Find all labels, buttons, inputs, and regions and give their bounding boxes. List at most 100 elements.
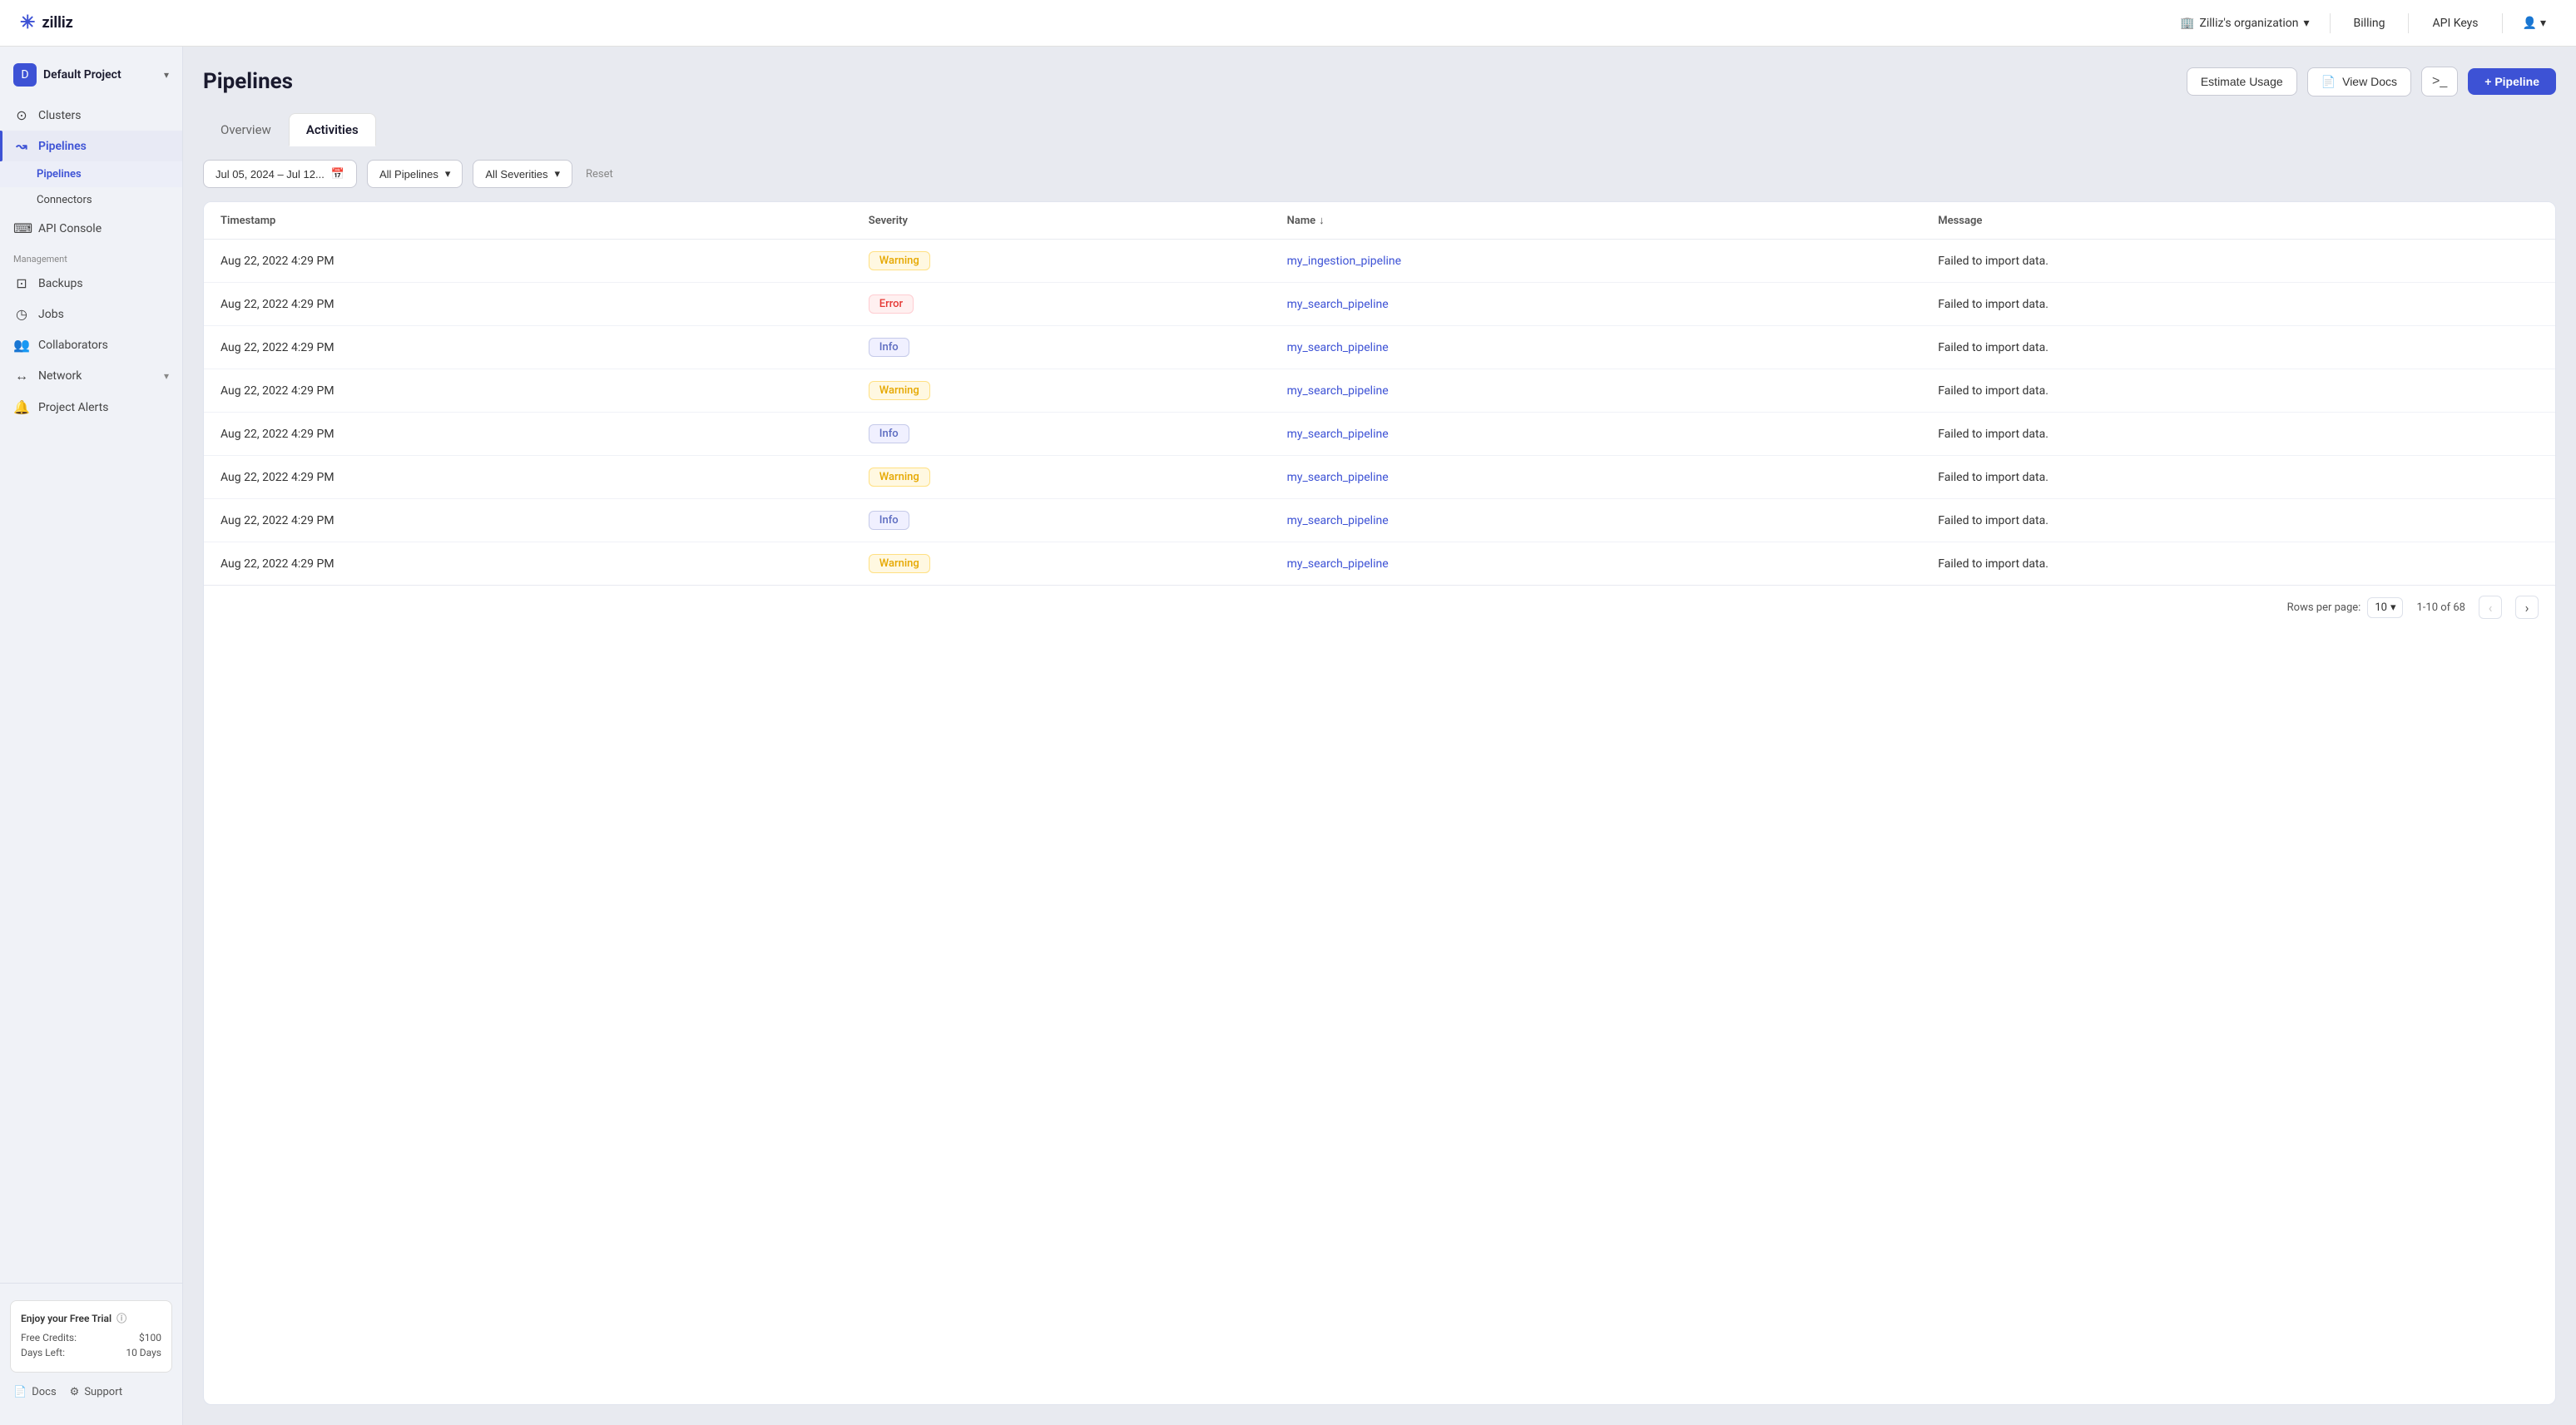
content-area: Pipelines Estimate Usage 📄 View Docs >_ … <box>183 47 2576 1425</box>
cell-name[interactable]: my_search_pipeline <box>1271 499 1922 542</box>
sidebar-sub-connectors[interactable]: Connectors <box>0 187 182 213</box>
cell-name[interactable]: my_search_pipeline <box>1271 542 1922 586</box>
pipeline-link[interactable]: my_search_pipeline <box>1287 471 1389 484</box>
cell-name[interactable]: my_ingestion_pipeline <box>1271 240 1922 283</box>
info-icon: ⓘ <box>116 1311 126 1325</box>
table-body: Aug 22, 2022 4:29 PM Warning my_ingestio… <box>204 240 2555 586</box>
reset-button[interactable]: Reset <box>582 161 617 187</box>
cell-name[interactable]: my_search_pipeline <box>1271 283 1922 326</box>
jobs-icon: ◷ <box>13 306 30 322</box>
severities-filter[interactable]: All Severities ▾ <box>473 160 572 188</box>
support-link[interactable]: ⚙ Support <box>70 1386 123 1398</box>
sidebar-item-clusters[interactable]: ⊙ Clusters <box>0 100 182 131</box>
sidebar-item-label: Collaborators <box>38 339 108 352</box>
logo: ✳ zilliz <box>20 12 73 33</box>
severity-badge: Warning <box>869 468 930 487</box>
free-credits-label: Free Credits: <box>21 1332 77 1343</box>
sidebar-item-jobs[interactable]: ◷ Jobs <box>0 299 182 329</box>
terminal-button[interactable]: >_ <box>2421 67 2458 96</box>
pipeline-link[interactable]: my_search_pipeline <box>1287 384 1389 398</box>
rows-per-page-value: 10 <box>2375 601 2387 614</box>
severity-badge: Info <box>869 424 909 443</box>
sort-icon: ↓ <box>1319 214 1325 227</box>
billing-link[interactable]: Billing <box>2341 12 2399 35</box>
docs-link[interactable]: 📄 Docs <box>13 1386 57 1398</box>
date-range-value: Jul 05, 2024 – Jul 12... <box>215 168 324 181</box>
pipeline-link[interactable]: my_search_pipeline <box>1287 428 1389 441</box>
cell-timestamp: Aug 22, 2022 4:29 PM <box>204 499 852 542</box>
docs-icon: 📄 <box>13 1386 27 1398</box>
top-nav: ✳ zilliz 🏢 Zilliz's organization ▾ Billi… <box>0 0 2576 47</box>
api-console-icon: ⌨ <box>13 220 30 236</box>
clusters-icon: ⊙ <box>13 107 30 123</box>
sidebar-item-network[interactable]: ↔ Network ▾ <box>0 360 182 392</box>
cell-name[interactable]: my_search_pipeline <box>1271 413 1922 456</box>
api-keys-link[interactable]: API Keys <box>2419 12 2491 35</box>
cell-name[interactable]: my_search_pipeline <box>1271 369 1922 413</box>
sidebar-item-api-console[interactable]: ⌨ API Console <box>0 213 182 244</box>
col-timestamp: Timestamp <box>204 202 852 240</box>
rows-chevron-icon: ▾ <box>2390 601 2396 614</box>
user-icon: 👤 <box>2523 17 2537 30</box>
sidebar-item-collaborators[interactable]: 👥 Collaborators <box>0 329 182 360</box>
support-icon: ⚙ <box>70 1386 80 1398</box>
nav-divider <box>2330 13 2331 33</box>
cell-timestamp: Aug 22, 2022 4:29 PM <box>204 413 852 456</box>
col-name[interactable]: Name ↓ <box>1271 202 1922 240</box>
table-row: Aug 22, 2022 4:29 PM Warning my_search_p… <box>204 369 2555 413</box>
cell-timestamp: Aug 22, 2022 4:29 PM <box>204 369 852 413</box>
page-title: Pipelines <box>203 69 293 94</box>
estimate-usage-label: Estimate Usage <box>2201 75 2283 88</box>
pipeline-link[interactable]: my_ingestion_pipeline <box>1287 255 1401 268</box>
nav-divider-3 <box>2502 13 2503 33</box>
estimate-usage-button[interactable]: Estimate Usage <box>2187 67 2297 96</box>
pipelines-filter[interactable]: All Pipelines ▾ <box>367 160 463 188</box>
cell-name[interactable]: my_search_pipeline <box>1271 326 1922 369</box>
rows-per-page: Rows per page: 10 ▾ <box>2287 597 2404 618</box>
tab-overview[interactable]: Overview <box>203 113 289 146</box>
cell-message: Failed to import data. <box>1921 326 2555 369</box>
main-layout: D Default Project ▾ ⊙ Clusters ↝ Pipelin… <box>0 47 2576 1425</box>
activities-table-container: Timestamp Severity Name ↓ <box>203 201 2556 1405</box>
page-header-actions: Estimate Usage 📄 View Docs >_ + Pipeline <box>2187 67 2556 96</box>
add-pipeline-button[interactable]: + Pipeline <box>2468 68 2556 95</box>
col-severity: Severity <box>852 202 1271 240</box>
cell-timestamp: Aug 22, 2022 4:29 PM <box>204 283 852 326</box>
pipeline-link[interactable]: my_search_pipeline <box>1287 298 1389 311</box>
cell-name[interactable]: my_search_pipeline <box>1271 456 1922 499</box>
org-selector[interactable]: 🏢 Zilliz's organization ▾ <box>2170 12 2320 35</box>
sidebar-item-label: Pipelines <box>38 140 87 153</box>
date-range-filter[interactable]: Jul 05, 2024 – Jul 12... 📅 <box>203 160 357 188</box>
project-selector[interactable]: D Default Project ▾ <box>0 57 182 93</box>
sidebar-bottom-links: 📄 Docs ⚙ Support <box>0 1379 182 1405</box>
table-header: Timestamp Severity Name ↓ <box>204 202 2555 240</box>
pipeline-link[interactable]: my_search_pipeline <box>1287 557 1389 571</box>
days-left-value: 10 Days <box>126 1347 161 1358</box>
cell-timestamp: Aug 22, 2022 4:29 PM <box>204 542 852 586</box>
sidebar-item-project-alerts[interactable]: 🔔 Project Alerts <box>0 392 182 423</box>
sidebar-sub-label: Connectors <box>37 194 92 206</box>
pagination-next-button[interactable]: › <box>2515 596 2539 619</box>
sidebar-item-backups[interactable]: ⊡ Backups <box>0 268 182 299</box>
top-nav-right: 🏢 Zilliz's organization ▾ Billing API Ke… <box>2170 12 2556 35</box>
user-menu[interactable]: 👤 ▾ <box>2513 12 2556 35</box>
cell-severity: Warning <box>852 456 1271 499</box>
table-row: Aug 22, 2022 4:29 PM Info my_search_pipe… <box>204 326 2555 369</box>
tab-activities[interactable]: Activities <box>289 113 376 146</box>
view-docs-button[interactable]: 📄 View Docs <box>2307 67 2411 96</box>
project-chevron-icon: ▾ <box>164 69 169 81</box>
cell-message: Failed to import data. <box>1921 542 2555 586</box>
pagination-prev-button[interactable]: ‹ <box>2479 596 2502 619</box>
rows-per-page-select[interactable]: 10 ▾ <box>2367 597 2403 618</box>
pipeline-link[interactable]: my_search_pipeline <box>1287 341 1389 354</box>
view-docs-icon: 📄 <box>2321 75 2336 89</box>
days-left-label: Days Left: <box>21 1347 65 1358</box>
logo-icon: ✳ <box>20 12 35 33</box>
severity-badge: Warning <box>869 251 930 270</box>
pipeline-link[interactable]: my_search_pipeline <box>1287 514 1389 527</box>
sidebar-sub-pipelines[interactable]: Pipelines <box>0 161 182 187</box>
alerts-icon: 🔔 <box>13 399 30 415</box>
col-message: Message <box>1921 202 2555 240</box>
org-name: Zilliz's organization <box>2199 17 2298 30</box>
sidebar-item-pipelines[interactable]: ↝ Pipelines <box>0 131 182 161</box>
